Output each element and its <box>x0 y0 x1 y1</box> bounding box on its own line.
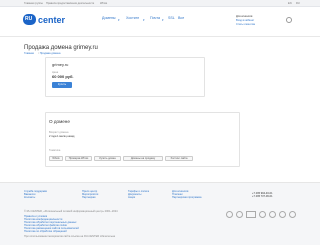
nav-mail-chevron-down-icon: ▾ <box>162 18 164 22</box>
phone-2[interactable]: +7 495 737-06-01 <box>252 195 273 198</box>
nav-mail[interactable]: Почта <box>150 16 160 20</box>
become-client-link[interactable]: Стать клиентом <box>236 23 255 26</box>
footer-col-4: Для клиентов Платежи Партнерская програм… <box>172 190 201 199</box>
breadcrumb-home[interactable]: Главная <box>24 52 34 55</box>
award-badge-2-icon <box>236 211 243 218</box>
nav-hosting-chevron-down-icon: ▾ <box>143 18 145 22</box>
client-title: Для клиентов <box>236 15 253 18</box>
logo-ru: RU <box>25 16 33 22</box>
bottom-note: При использовании материалов сайта ссылк… <box>24 235 116 238</box>
footer-phones: +7 495 994-46-01 +7 495 737-06-01 <box>252 192 273 198</box>
footer-col-1: Служба поддержки Вакансии Контакты <box>24 190 47 199</box>
award-badge-6-icon <box>279 211 286 218</box>
breadcrumb-current[interactable]: Продажа домена <box>40 52 61 55</box>
tag-whois-check[interactable]: Проверка Whois <box>65 156 92 161</box>
logo[interactable]: RU center <box>23 14 83 26</box>
topbar-link-home[interactable]: Главная группы <box>24 2 43 5</box>
nav-hosting[interactable]: Хостинг <box>126 16 139 20</box>
policy-links: Правила и условия Политика конфиденциаль… <box>24 215 79 233</box>
sale-card: grimey.ru Цена 60 000 руб. Купить <box>45 57 205 97</box>
tag-site-hosting[interactable]: Хостинг сайта <box>165 156 193 161</box>
footer-col-3: Тарифы и оплата Документы Акции <box>128 190 149 199</box>
top-bar: Главная группы Правила предоставления де… <box>0 0 320 7</box>
nav-ssl[interactable]: SSL <box>168 16 175 20</box>
footer-link-contacts[interactable]: Контакты <box>24 196 47 199</box>
about-card: О домене Возраст домена 2 года 1 месяц н… <box>45 112 240 167</box>
copyright: © RU-CENTER, «Региональный сетевой инфор… <box>24 210 118 213</box>
login-link[interactable]: Вход в кабинет <box>236 19 254 22</box>
nav-divider <box>0 30 320 37</box>
lang-en[interactable]: EN <box>288 2 292 5</box>
award-badge-4-icon <box>259 211 266 218</box>
age-value: 2 года 1 месяц назад <box>49 135 75 138</box>
footer: Служба поддержки Вакансии Контакты Пресс… <box>0 182 320 245</box>
topbar-link-rules[interactable]: Правила предоставления деятельности <box>46 2 94 5</box>
age-label: Возраст домена <box>49 131 69 134</box>
award-badge-1-icon <box>226 211 233 218</box>
sale-domain: grimey.ru <box>52 62 69 67</box>
page-title: Продажа домена grimey.ru <box>24 45 98 51</box>
tag-domains-for-sale[interactable]: Домены на продажу <box>123 156 163 161</box>
topbar-link-whois[interactable]: Whois <box>100 2 107 5</box>
policy-link-6[interactable]: Политика по обработке обращений <box>24 230 79 233</box>
nav-domains[interactable]: Домены <box>102 16 116 20</box>
price-value: 60 000 руб. <box>52 74 74 79</box>
logo-text: center <box>38 15 66 25</box>
footer-col-2: Пресс-центр Мероприятия Партнерам <box>82 190 98 199</box>
about-title: О домене <box>49 119 70 124</box>
tags-label: Тематика <box>49 149 61 152</box>
nav-all[interactable]: Все <box>178 16 184 20</box>
award-badge-5-icon <box>269 211 276 218</box>
buy-button[interactable]: Купить <box>52 82 72 88</box>
lang-ru[interactable]: RU <box>296 2 300 5</box>
footer-link-partner-program[interactable]: Партнерская программа <box>172 196 201 199</box>
footer-link-partners[interactable]: Партнерам <box>82 196 98 199</box>
header: RU center Домены ▾ Хостинг ▾ Почта ▾ SSL… <box>0 8 320 30</box>
user-icon[interactable] <box>286 17 292 23</box>
award-badge-7-icon <box>289 211 296 218</box>
award-badge-3-icon <box>246 211 256 218</box>
client-area: Для клиентов Вход в кабинет Стать клиент… <box>236 15 296 29</box>
nav-domains-chevron-down-icon: ▾ <box>118 18 120 22</box>
footer-link-promos[interactable]: Акции <box>128 196 149 199</box>
tag-buy-domain[interactable]: Купить домен <box>94 156 121 161</box>
tag-whois[interactable]: Whois <box>49 156 63 161</box>
